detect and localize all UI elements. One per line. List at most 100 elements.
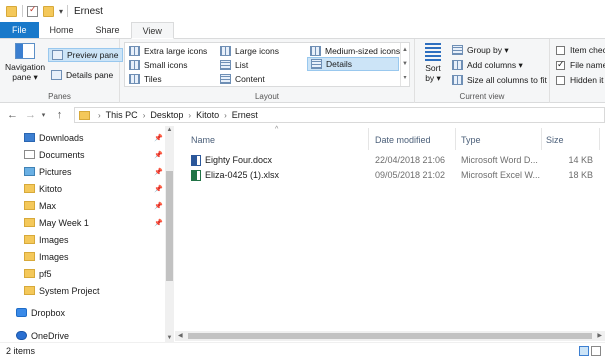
tab-home[interactable]: Home [39,22,85,38]
chevron-right-icon[interactable]: › [224,111,227,120]
address-bar[interactable]: › This PC › Desktop › Kitoto › Ernest [74,107,605,123]
nav-item-onedrive[interactable]: OneDrive [0,327,165,342]
nav-item-images-2[interactable]: Images [0,248,165,265]
scrollbar-thumb[interactable] [166,171,173,281]
status-bar: 2 items [0,342,605,359]
details-pane-button[interactable]: Details pane [48,68,116,82]
scroll-down-icon[interactable]: ▼ [165,335,174,341]
nav-item-system-project[interactable]: System Project [0,282,165,299]
scroll-up-icon[interactable]: ▲ [402,43,408,57]
scroll-left-icon[interactable]: ◀ [178,331,183,341]
nav-item-may-week-1[interactable]: May Week 1 📌 [0,214,165,231]
column-divider[interactable] [368,128,369,150]
column-header-size[interactable]: Size [546,132,564,148]
layout-extra-large-icons[interactable]: Extra large icons [126,44,210,58]
layout-tiles[interactable]: Tiles [126,72,165,86]
column-header-type[interactable]: Type [461,132,481,148]
medium-icons-icon [310,46,321,56]
layout-large-icons[interactable]: Large icons [217,44,282,58]
ribbon-tabs: File Home Share View [0,22,605,39]
tab-file[interactable]: File [0,22,39,38]
pin-icon[interactable]: 📌 [154,151,163,159]
file-name-extensions-toggle[interactable]: File name [556,59,605,70]
file-list-horizontal-scrollbar[interactable]: ◀ ▶ [175,331,605,341]
nav-item-pf5[interactable]: pf5 [0,265,165,282]
hidden-items-toggle[interactable]: Hidden it [556,75,604,85]
group-by-button[interactable]: Group by ▾ [449,43,512,57]
add-columns-button[interactable]: Add columns ▾ [449,58,526,72]
nav-item-dropbox[interactable]: Dropbox [0,304,165,321]
nav-item-kitoto[interactable]: Kitoto 📌 [0,180,165,197]
tab-share[interactable]: Share [85,22,131,38]
layout-gallery: Extra large icons Large icons Medium-siz… [124,42,410,87]
nav-item-pictures[interactable]: Pictures 📌 [0,163,165,180]
pin-icon[interactable]: 📌 [154,185,163,193]
navigation-pane-button[interactable]: Navigation pane ▾ [5,43,45,82]
folder-icon [24,252,35,261]
up-arrow-icon[interactable]: ↑ [53,109,66,121]
preview-pane-button[interactable]: Preview pane [48,48,123,62]
table-row[interactable]: Eliza-0425 (1).xlsx 09/05/2018 21:02 Mic… [175,168,605,183]
pin-icon[interactable]: 📌 [154,168,163,176]
table-row[interactable]: Eighty Four.docx 22/04/2018 21:06 Micros… [175,153,605,168]
recent-locations-icon[interactable]: ▾ [37,111,50,119]
sort-by-button[interactable]: Sort by ▾ [422,43,444,83]
nav-item-label: Max [39,200,57,211]
tab-view[interactable]: View [130,22,174,39]
layout-group-label: Layout [254,92,280,101]
layout-medium-icons[interactable]: Medium-sized icons [307,44,403,58]
details-view-icon[interactable] [579,346,589,356]
excel-doc-icon [191,170,201,181]
nav-item-downloads[interactable]: Downloads 📌 [0,129,165,146]
column-divider[interactable] [541,128,542,150]
qat-separator [22,5,23,17]
scroll-up-icon[interactable]: ▲ [165,127,174,133]
column-divider[interactable] [455,128,456,150]
file-name-extensions-checkbox[interactable] [556,59,565,70]
chevron-right-icon[interactable]: › [98,111,101,120]
column-header-date-modified[interactable]: Date modified [375,132,431,148]
file-type: Microsoft Word D... [461,155,538,165]
scroll-right-icon[interactable]: ▶ [597,331,602,341]
scrollbar-thumb[interactable] [188,333,592,339]
layout-gallery-scroll[interactable]: ▲ ▼ ▾ [400,43,409,86]
nav-item-documents[interactable]: Documents 📌 [0,146,165,163]
layout-details[interactable]: Details [307,57,399,71]
breadcrumb-ernest[interactable]: Ernest [232,110,258,120]
layout-item-label: Details [326,59,352,69]
properties-icon[interactable] [27,4,38,17]
navigation-scrollbar[interactable]: ▲ ▼ [165,126,174,342]
size-columns-button[interactable]: Size all columns to fit [449,73,550,87]
forward-arrow-icon[interactable]: → [24,109,37,121]
breadcrumb-kitoto[interactable]: Kitoto [196,110,219,120]
scroll-down-icon[interactable]: ▼ [402,57,408,71]
file-name: Eliza-0425 (1).xlsx [205,170,280,180]
breadcrumb-this-pc[interactable]: This PC [106,110,138,120]
pin-icon[interactable]: 📌 [154,134,163,142]
item-check-boxes-checkbox[interactable] [556,45,565,55]
new-folder-icon[interactable] [43,5,54,17]
column-divider[interactable] [599,128,600,150]
hidden-items-checkbox[interactable] [556,75,565,85]
layout-list[interactable]: List [217,58,251,72]
expand-gallery-icon[interactable]: ▾ [403,71,406,85]
pin-icon[interactable]: 📌 [154,202,163,210]
nav-item-label: Images [39,251,69,262]
chevron-right-icon[interactable]: › [188,111,191,120]
nav-item-images[interactable]: Images [0,231,165,248]
pin-icon[interactable]: 📌 [154,219,163,227]
breadcrumb-desktop[interactable]: Desktop [150,110,183,120]
column-header-name[interactable]: Name [191,132,215,148]
back-arrow-icon[interactable]: ← [6,109,19,121]
customize-qat-icon[interactable]: ▾ [59,7,63,16]
file-name: Eighty Four.docx [205,155,273,165]
large-icons-view-icon[interactable] [591,346,601,356]
item-check-boxes-toggle[interactable]: Item check [556,45,605,55]
layout-content[interactable]: Content [217,72,268,86]
file-date: 22/04/2018 21:06 [375,155,446,165]
chevron-right-icon[interactable]: › [143,111,146,120]
nav-item-max[interactable]: Max 📌 [0,197,165,214]
layout-small-icons[interactable]: Small icons [126,58,190,72]
current-view-group-label: Current view [459,92,505,101]
details-pane-label: Details pane [66,70,114,80]
